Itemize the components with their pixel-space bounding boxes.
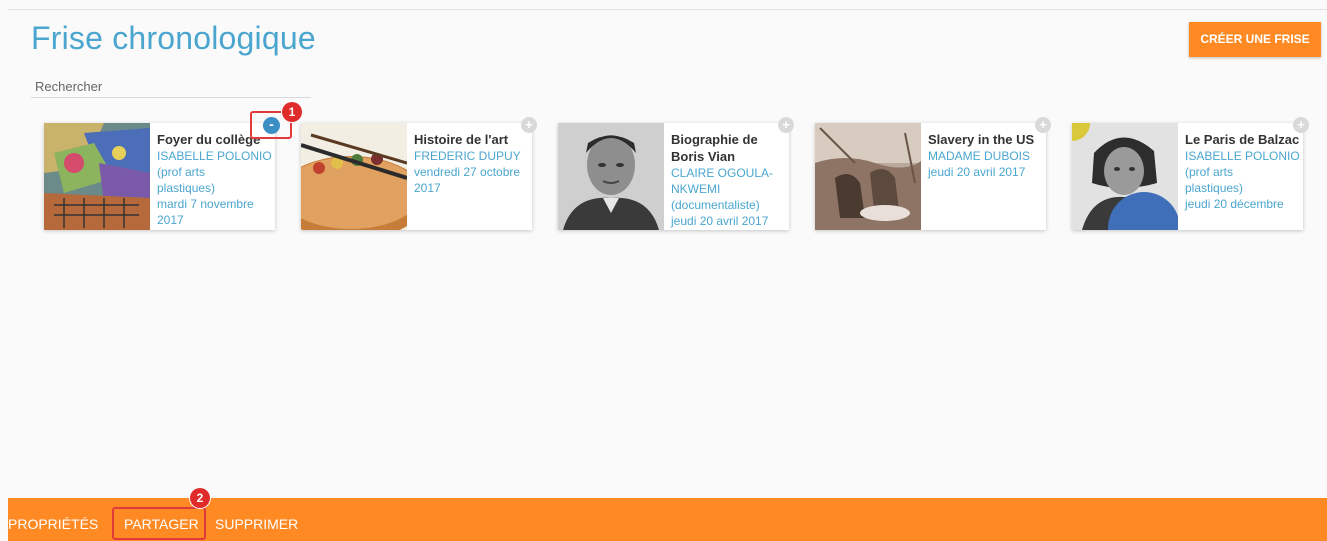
annotation-badge: 1 (282, 102, 302, 122)
card-title: Histoire de l'art (414, 132, 509, 147)
timeline-card[interactable]: Biographie de Boris Vian CLAIRE OGOULA- … (558, 123, 789, 230)
properties-button[interactable]: PROPRIÉTÉS (8, 498, 98, 541)
card-date: vendredi 27 octobre (414, 165, 521, 179)
card-title: Slavery in the US (928, 132, 1035, 147)
delete-button[interactable]: SUPPRIMER (215, 498, 298, 541)
page-title: Frise chronologique (31, 20, 316, 56)
annotation-highlight-box (112, 507, 206, 540)
card-thumbnail-image (1072, 123, 1178, 230)
frise-app: Frise chronologique CRÉER UNE FRISE Rech… (0, 0, 1327, 541)
add-toggle-icon[interactable]: + (521, 117, 537, 133)
card-author-role: (prof arts (157, 165, 206, 179)
timeline-card[interactable]: Slavery in the US MADAME DUBOIS jeudi 20… (815, 123, 1046, 230)
card-author: NKWEMI (671, 182, 721, 196)
search-input[interactable] (31, 76, 311, 98)
card-thumbnail-image (815, 123, 921, 230)
card-date: jeudi 20 décembre (1185, 197, 1284, 211)
card-author-role: (prof arts (1185, 165, 1234, 179)
create-timeline-button[interactable]: CRÉER UNE FRISE (1189, 22, 1321, 57)
card-date: jeudi 20 avril 2017 (671, 214, 769, 228)
card-title: Le Paris de Balzac (1185, 132, 1300, 147)
timeline-card[interactable]: Foyer du collège ISABELLE POLONIO (prof … (44, 123, 275, 230)
card-thumbnail-image (44, 123, 150, 230)
card-date: jeudi 20 avril 2017 (928, 165, 1026, 179)
add-toggle-icon[interactable]: + (1035, 117, 1051, 133)
card-author-role: plastiques) (157, 181, 216, 195)
add-toggle-icon[interactable]: + (1293, 117, 1309, 133)
card-author: CLAIRE OGOULA- (671, 166, 774, 180)
timeline-card[interactable]: Histoire de l'art FREDERIC DUPUY vendred… (301, 123, 532, 230)
card-date: 2017 (157, 213, 184, 227)
card-author-role: plastiques) (1185, 181, 1244, 195)
add-toggle-icon[interactable]: + (778, 117, 794, 133)
card-date: mardi 7 novembre (157, 197, 254, 211)
card-thumbnail-image (558, 123, 664, 230)
top-divider (8, 9, 1327, 10)
card-date: 2017 (414, 181, 441, 195)
timeline-card[interactable]: Le Paris de Balzac ISABELLE POLONIO (pro… (1072, 123, 1303, 230)
card-title: Biographie de Boris Vian (671, 132, 758, 164)
card-author: ISABELLE POLONIO (157, 149, 272, 163)
card-author: ISABELLE POLONIO (1185, 149, 1300, 163)
annotation-badge: 2 (190, 488, 210, 508)
card-author-role: (documentaliste) (671, 198, 760, 212)
card-author: MADAME DUBOIS (928, 149, 1031, 163)
card-thumbnail-image (301, 123, 407, 230)
card-author: FREDERIC DUPUY (414, 149, 521, 163)
